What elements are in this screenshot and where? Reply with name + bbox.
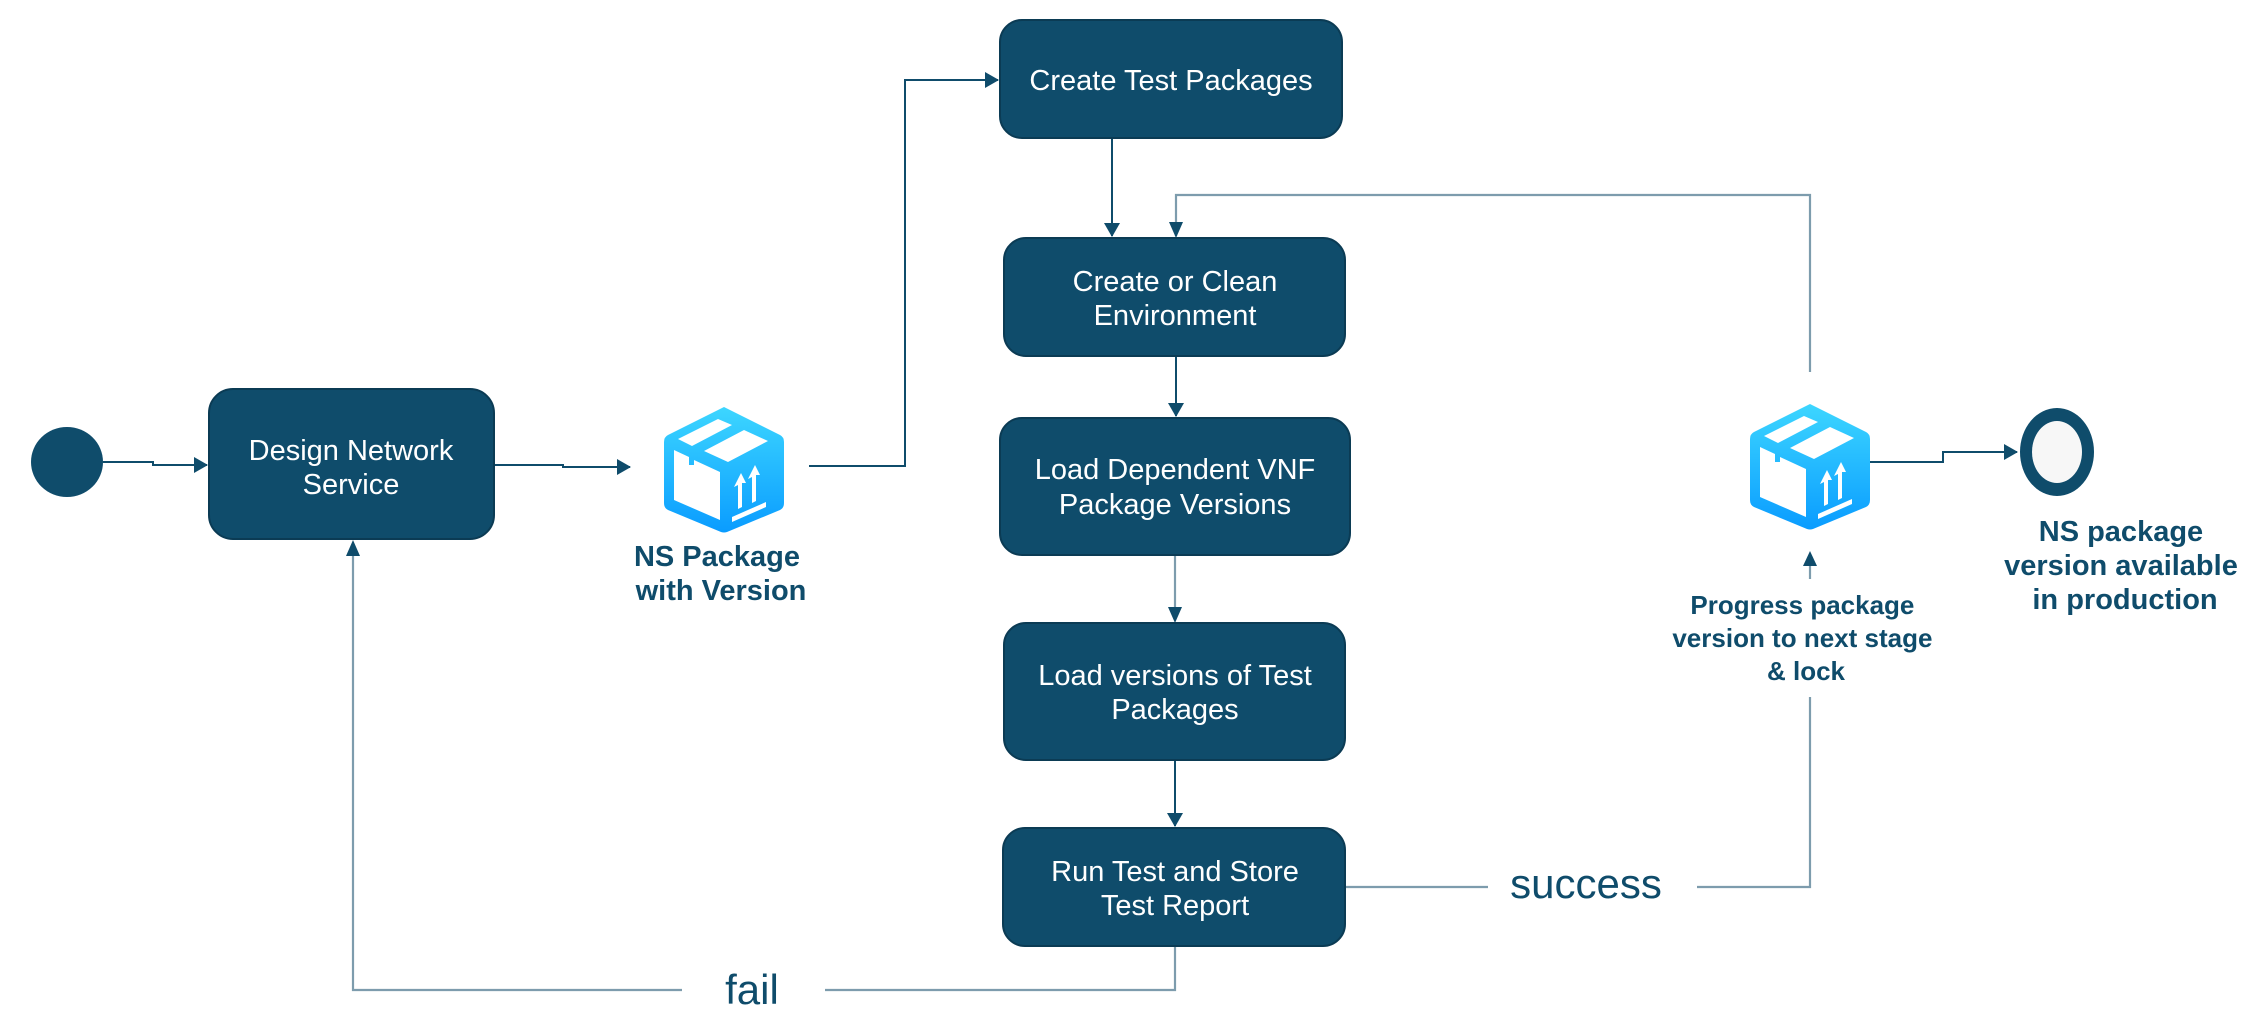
ns-package-artifact[interactable]: NS Package with Version — [634, 407, 808, 607]
edge-ns-package-to-create-test — [809, 72, 999, 467]
edge-label-fail: fail — [725, 966, 779, 1013]
arrowhead-load-test — [1168, 607, 1182, 623]
node-run-test-and-store-report[interactable]: Run Test and Store Test Report — [1002, 827, 1346, 947]
end-label-line: version available — [2004, 550, 2238, 582]
edge-start-to-design — [103, 457, 208, 473]
node-label: Load Dependent VNF — [1035, 454, 1316, 486]
node-label: Create or Clean — [1073, 266, 1278, 298]
end-label-line: NS package — [2039, 516, 2203, 548]
arrowhead-loop — [1169, 222, 1183, 238]
node-create-or-clean-environment[interactable]: Create or Clean Environment — [1003, 237, 1346, 357]
edge-fail-left — [351, 555, 682, 992]
edge-fail-right — [825, 946, 1177, 992]
edge-progress-to-end — [1862, 444, 2018, 463]
start-node[interactable] — [31, 427, 103, 497]
end-label-line: in production — [2032, 584, 2217, 616]
ns-package-label-line: with Version — [635, 575, 807, 607]
node-load-versions-of-test-packages[interactable]: Load versions of Test Packages — [1003, 622, 1346, 761]
end-label: NS package version available in producti… — [2004, 516, 2246, 616]
edge-design-to-ns-package — [494, 459, 631, 475]
ns-package-label: NS Package with Version — [634, 541, 808, 607]
arrowhead-fail — [346, 540, 360, 556]
end-node-inner — [2032, 421, 2082, 483]
node-create-test-packages[interactable]: Create Test Packages — [999, 19, 1343, 139]
node-load-dependent-vnf[interactable]: Load Dependent VNF Package Versions — [999, 417, 1351, 556]
progress-label-line: version to next stage — [1672, 623, 1932, 653]
progress-label: Progress package version to next stage &… — [1672, 590, 1939, 686]
edge-label-success: success — [1510, 860, 1662, 907]
node-label: Design Network — [249, 435, 454, 467]
node-label: Run Test and Store — [1051, 856, 1299, 888]
progress-package-artifact[interactable]: Progress package version to next stage &… — [1672, 404, 1939, 686]
progress-label-line: Progress package — [1690, 590, 1914, 620]
flow-diagram: NS package version available in producti… — [31, 19, 2246, 1013]
arrowhead-progress — [1803, 551, 1817, 566]
node-label: Test Report — [1101, 890, 1249, 922]
node-design-network-service[interactable]: Design Network Service — [208, 388, 495, 540]
ns-package-label-line: NS Package — [634, 541, 800, 573]
progress-label-line: & lock — [1767, 656, 1846, 686]
node-label: Environment — [1094, 300, 1257, 332]
node-label: Create Test Packages — [1029, 65, 1312, 97]
node-label: Packages — [1111, 694, 1238, 726]
end-node[interactable] — [2020, 408, 2094, 496]
package-box-icon — [1750, 404, 1870, 530]
package-box-icon — [664, 407, 784, 533]
node-label: Service — [303, 469, 400, 501]
edge-success-right — [1697, 697, 1812, 889]
node-label: Load versions of Test — [1038, 660, 1312, 692]
node-label: Package Versions — [1059, 489, 1291, 521]
